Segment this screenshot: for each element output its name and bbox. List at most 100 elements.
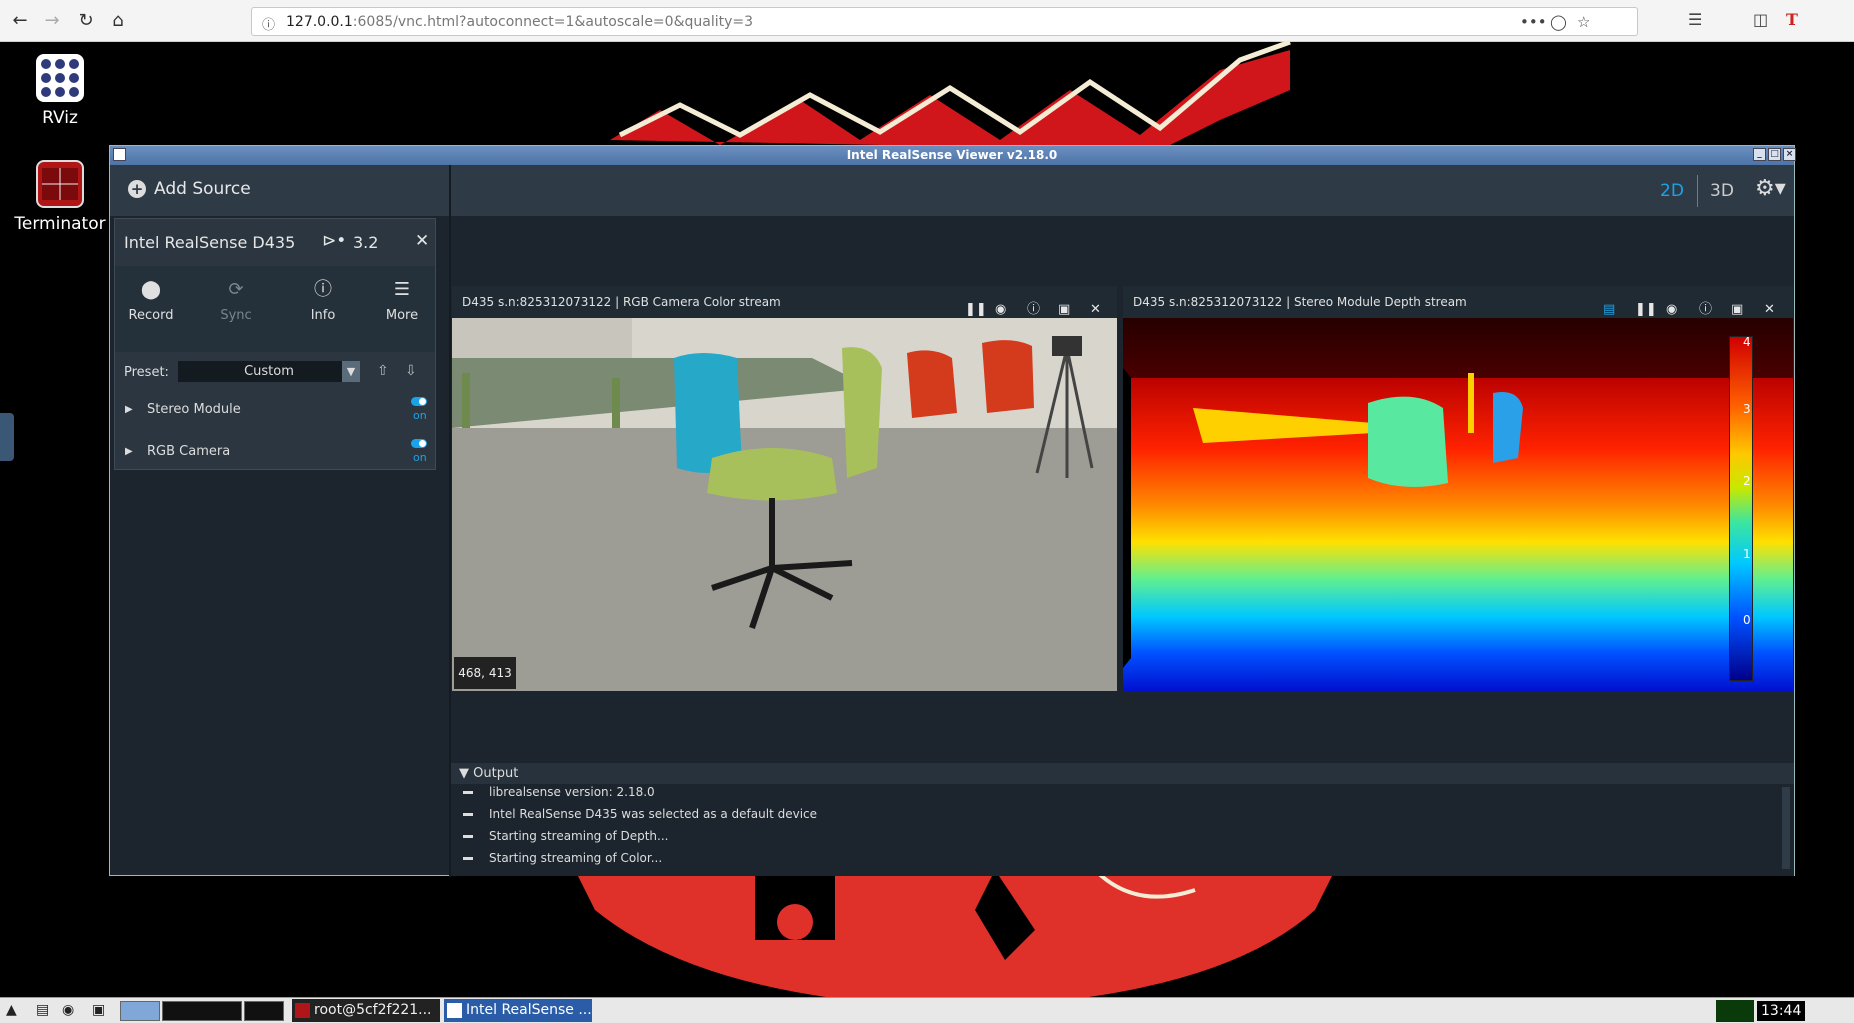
colorbar-label: 3	[1743, 402, 1751, 416]
depth-stream-panel: D435 s.n:825312073122 | Stereo Module De…	[1123, 286, 1793, 691]
sync-button[interactable]: ⟳ Sync	[201, 278, 271, 323]
module-row-stereo[interactable]: ▶ Stereo Module on	[115, 392, 435, 432]
record-button[interactable]: ⬤ Record	[116, 278, 186, 323]
address-bar[interactable]: ⓘ 127.0.0.1:6085/vnc.html?autoconnect=1&…	[251, 7, 1638, 36]
desktop-icon-terminator[interactable]: Terminator	[10, 160, 110, 234]
workspace-3[interactable]	[244, 1001, 284, 1021]
desktop-icon-label: Terminator	[14, 214, 106, 234]
color-camera-image[interactable]: 468, 413	[452, 318, 1117, 691]
file-manager-icon[interactable]: ▤	[36, 1000, 49, 1021]
desktop-icon-rviz[interactable]: RViz	[10, 54, 110, 128]
output-scrollbar[interactable]	[1782, 787, 1790, 869]
upload-preset-icon[interactable]: ⇧	[377, 363, 389, 379]
show-desktop-icon[interactable]: ▣	[92, 1000, 105, 1021]
settings-gear-icon[interactable]: ⚙▾	[1755, 176, 1786, 201]
maximize-icon[interactable]: □	[1768, 148, 1781, 161]
sidebar-icon[interactable]: ◫	[1753, 10, 1768, 29]
browser-toolbar: ← → ↻ ⌂ ⓘ 127.0.0.1:6085/vnc.html?autoco…	[0, 0, 1854, 42]
workspace-2[interactable]	[162, 1001, 242, 1021]
toggle-state: on	[413, 451, 427, 464]
terminator-icon	[295, 1003, 310, 1018]
stream-title: D435 s.n:825312073122 | Stereo Module De…	[1133, 295, 1467, 309]
menu-icon: ☰	[393, 279, 411, 300]
dropdown-arrow-icon: ▼	[342, 361, 360, 382]
extension-t-icon[interactable]: T	[1786, 10, 1798, 29]
task-realsense[interactable]: Intel RealSense ...	[444, 999, 592, 1022]
terminator-icon	[36, 160, 84, 208]
usb-icon: ⊳•	[322, 231, 347, 251]
stereo-toggle[interactable]	[411, 397, 427, 406]
toggle-state: on	[413, 409, 427, 422]
more-button[interactable]: ☰ More	[367, 278, 437, 323]
sync-icon: ⟳	[228, 279, 244, 300]
stream-header: D435 s.n:825312073122 | Stereo Module De…	[1123, 286, 1793, 318]
download-preset-icon[interactable]: ⇩	[405, 363, 417, 379]
desktop-icon-label: RViz	[42, 108, 78, 128]
cpu-monitor	[1716, 1000, 1754, 1022]
info-icon: ⓘ	[314, 279, 332, 300]
stream-header: D435 s.n:825312073122 | RGB Camera Color…	[452, 286, 1117, 318]
colorbar-label: 4	[1743, 335, 1751, 349]
colorbar-label: 1	[1743, 547, 1751, 561]
realsense-icon	[447, 1003, 462, 1018]
remove-device-icon[interactable]: ✕	[415, 231, 429, 251]
forward-icon[interactable]: →	[40, 9, 64, 33]
usb-version: 3.2	[353, 233, 379, 252]
preset-row: Preset: Custom ▼ ⇧ ⇩	[115, 352, 435, 392]
minimize-icon[interactable]: _	[1753, 148, 1766, 161]
close-window-icon[interactable]: ×	[1783, 148, 1796, 161]
taskbar: ▲ ▤ ◉ ▣ root@5cf2f221... Intel RealSense…	[0, 997, 1854, 1023]
window-title: Intel RealSense Viewer v2.18.0	[846, 148, 1058, 162]
rgb-toggle[interactable]	[411, 439, 427, 448]
pixel-coords-readout: 468, 413	[454, 657, 516, 689]
reload-icon[interactable]: ↻	[74, 9, 98, 33]
screen: ← → ↻ ⌂ ⓘ 127.0.0.1:6085/vnc.html?autoco…	[0, 0, 1854, 1023]
library-icon[interactable]: ☰	[1688, 10, 1702, 29]
start-menu-icon[interactable]: ▲	[6, 1000, 17, 1021]
device-panel: Intel RealSense D435 ⊳• 3.2 ✕ ⬤ Record ⟳…	[114, 218, 436, 470]
home-icon[interactable]: ⌂	[106, 9, 130, 33]
output-line: Intel RealSense D435 was selected as a d…	[463, 807, 817, 821]
clock[interactable]: 13:44	[1757, 1001, 1806, 1021]
view-2d-button[interactable]: 2D	[1660, 181, 1684, 201]
device-header: Intel RealSense D435 ⊳• 3.2 ✕	[115, 219, 435, 266]
color-stream-panel: D435 s.n:825312073122 | RGB Camera Color…	[452, 286, 1117, 691]
top-toolbar: + Add Source 2D 3D ⚙▾	[110, 165, 1794, 216]
output-line: librealsense version: 2.18.0	[463, 785, 655, 799]
expand-triangle-icon[interactable]: ▶	[125, 404, 133, 415]
device-actions: ⬤ Record ⟳ Sync ⓘ Info ☰ More	[115, 266, 435, 352]
module-row-rgb[interactable]: ▶ RGB Camera on	[115, 434, 435, 474]
collapse-triangle-icon[interactable]: ▼	[459, 766, 469, 781]
output-panel: ▼ Output librealsense version: 2.18.0 In…	[451, 763, 1794, 876]
task-terminal[interactable]: root@5cf2f221...	[292, 999, 440, 1022]
output-line: Starting streaming of Color...	[463, 851, 662, 865]
window-titlebar[interactable]: Intel RealSense Viewer v2.18.0 _ □ ×	[110, 146, 1796, 165]
vnc-side-handle[interactable]	[0, 413, 14, 461]
back-icon[interactable]: ←	[8, 9, 32, 33]
preset-select[interactable]: Custom ▼	[178, 361, 360, 382]
workspace-1[interactable]	[120, 1001, 160, 1021]
info-button[interactable]: ⓘ Info	[288, 278, 358, 323]
site-info-icon[interactable]: ⓘ	[262, 14, 275, 33]
pocket-icon[interactable]: ◯	[1550, 13, 1567, 31]
plus-icon: +	[128, 180, 146, 198]
device-name: Intel RealSense D435	[124, 233, 296, 252]
colorbar-label: 0	[1743, 613, 1751, 627]
view-3d-button[interactable]: 3D	[1710, 181, 1734, 201]
bookmark-star-icon[interactable]: ☆	[1577, 13, 1590, 31]
url-text: 127.0.0.1:6085/vnc.html?autoconnect=1&au…	[286, 14, 754, 30]
output-line: Starting streaming of Depth...	[463, 829, 668, 843]
stream-title: D435 s.n:825312073122 | RGB Camera Color…	[462, 295, 781, 309]
record-icon: ⬤	[140, 279, 162, 300]
browser-icon[interactable]: ◉	[62, 1000, 74, 1021]
realsense-viewer-window: Intel RealSense Viewer v2.18.0 _ □ × + Ad…	[109, 145, 1796, 877]
depth-colorbar	[1729, 336, 1753, 681]
colorbar-label: 2	[1743, 474, 1751, 488]
add-source-button[interactable]: + Add Source	[128, 179, 251, 199]
output-header[interactable]: ▼ Output	[451, 763, 1794, 784]
page-actions-icon[interactable]: •••	[1520, 13, 1547, 31]
expand-triangle-icon[interactable]: ▶	[125, 446, 133, 457]
app-icon	[113, 148, 126, 161]
depth-image[interactable]: 4 3 2 1 0	[1123, 318, 1793, 691]
view-separator	[1697, 175, 1698, 207]
